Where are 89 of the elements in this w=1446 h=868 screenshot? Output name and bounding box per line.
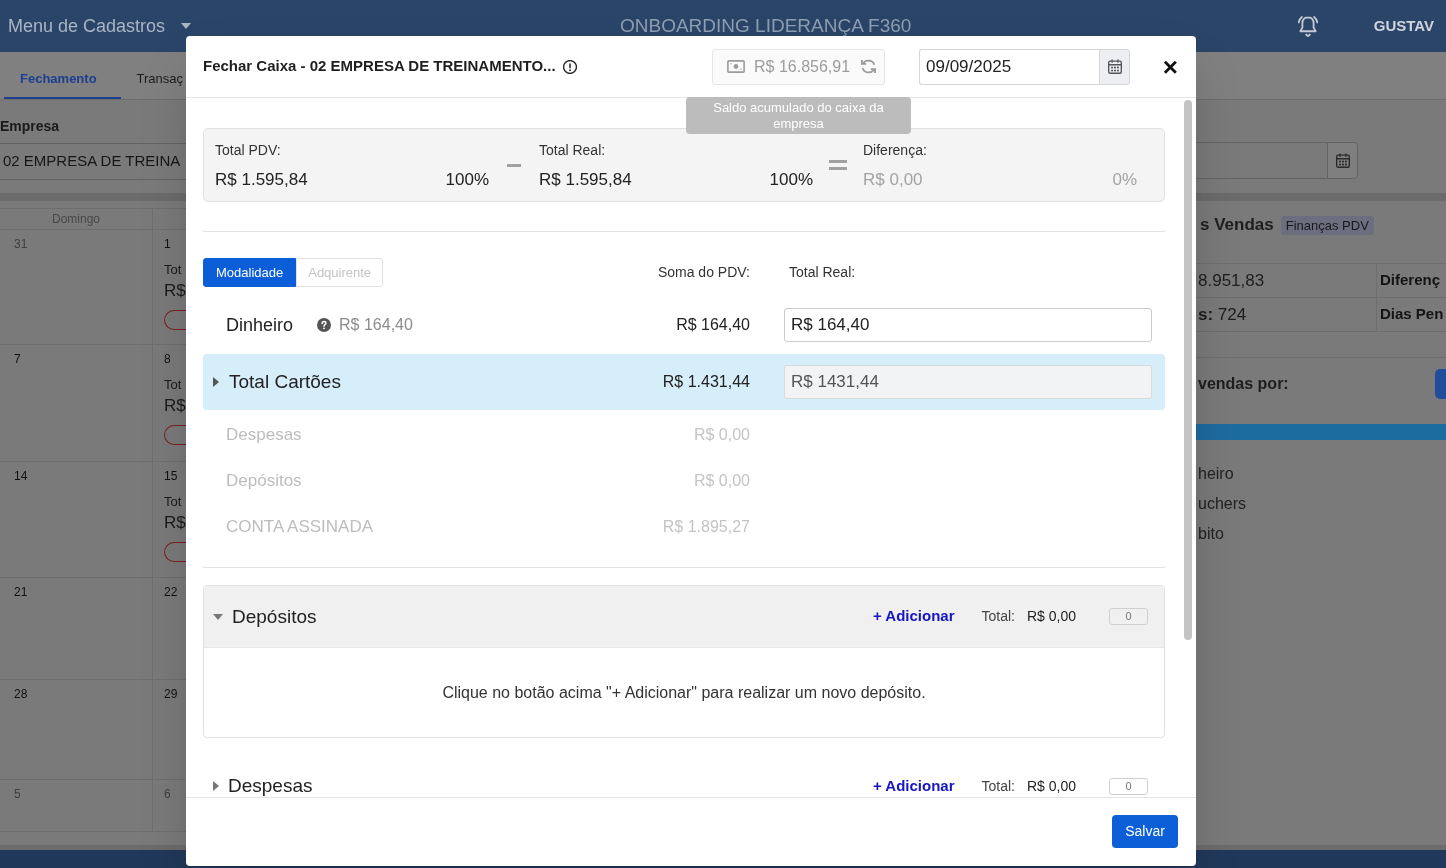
- refresh-icon: [861, 59, 877, 74]
- day-number: 29: [164, 688, 178, 701]
- day-total-label: Tot: [164, 494, 182, 509]
- day-amount: R$: [164, 281, 186, 301]
- day-number: 1: [164, 238, 171, 251]
- user-name[interactable]: GUSTAV: [1373, 14, 1434, 38]
- caret-down-icon[interactable]: [213, 613, 223, 620]
- row-label: Dinheiro: [226, 313, 294, 337]
- empty-message: Clique no botão acima "+ Adicionar" para realizar um novo depósito.: [442, 682, 926, 703]
- pdv-amount: R$ 0,00: [693, 471, 750, 491]
- legend-label: bito: [1197, 524, 1224, 544]
- day-number: 21: [14, 586, 28, 599]
- day-number: 8: [164, 353, 171, 366]
- bell-icon[interactable]: [1297, 15, 1318, 37]
- total-label: Total:: [981, 776, 1015, 796]
- date-field[interactable]: 09/09/2025: [919, 48, 1099, 85]
- day-number: 14: [14, 470, 28, 483]
- row-label: Depósitos: [226, 470, 302, 493]
- toggle-button[interactable]: Modalidade: [203, 258, 297, 287]
- count-badge: 0: [1109, 777, 1148, 795]
- section-title: Despesas: [228, 775, 313, 797]
- company-select[interactable]: 02 EMPRESA DE TREINA: [0, 143, 186, 180]
- day-amount: R$: [164, 396, 186, 416]
- column-header: Soma do PDV:: [657, 263, 750, 282]
- table-cell-text: Diferenç: [1380, 270, 1441, 291]
- caret-right-icon[interactable]: [213, 377, 219, 387]
- summary-label: Total PDV:: [215, 142, 281, 158]
- summary-percent: 0%: [1112, 170, 1137, 190]
- summary-value: R$ 1.595,84: [539, 170, 632, 190]
- summary-label: Total Real:: [539, 142, 606, 158]
- minus-icon: [507, 163, 521, 167]
- help-icon: [317, 318, 332, 332]
- count-badge: 0: [1109, 608, 1148, 625]
- row-label: Total Cartões: [229, 369, 341, 394]
- day-number: 7: [14, 353, 21, 366]
- tooltip: Saldo acumulado do caixa da empresa: [686, 97, 911, 134]
- group-by-label: vendas por:: [1197, 374, 1289, 394]
- summary-value: R$ 0,00: [863, 170, 923, 190]
- row-label: CONTA ASSINADA: [226, 516, 374, 539]
- pdv-amount: R$ 1.895,27: [662, 517, 750, 537]
- calendar-button[interactable]: [1327, 142, 1358, 179]
- summary-percent: 100%: [445, 170, 489, 190]
- calendar-icon: [1335, 153, 1350, 168]
- banknote-icon: [727, 60, 745, 73]
- day-total-label: Tot: [164, 262, 182, 277]
- amount-field[interactable]: R$ 164,40: [784, 308, 1152, 342]
- row-hint: R$ 164,40: [339, 315, 413, 335]
- day-total-label: Tot: [164, 377, 182, 392]
- field-label: Empresa: [0, 118, 60, 134]
- legend-label: heiro: [1197, 464, 1234, 484]
- table-cell-text: Dias Pen: [1380, 304, 1444, 325]
- menu-dropdown[interactable]: Menu de Cadastros: [8, 12, 192, 40]
- column-header: Total Real:: [789, 263, 856, 282]
- summary-percent: 100%: [769, 170, 813, 190]
- panel-title: s Vendas: [1200, 214, 1274, 237]
- section-title: Depósitos: [232, 605, 317, 628]
- calendar-icon: [1107, 59, 1122, 74]
- total-label: Total:: [981, 607, 1015, 626]
- table-cell-text: 8.951,83: [1198, 269, 1265, 292]
- modal-title: Fechar Caixa - 02 EMPRESA DE TREINAMENTO...: [203, 56, 556, 77]
- day-number: 22: [164, 586, 178, 599]
- day-number: 31: [14, 238, 28, 251]
- row-label: Despesas: [226, 424, 302, 447]
- day-number: 15: [164, 470, 178, 483]
- day-number: 28: [14, 688, 28, 701]
- day-number: 5: [14, 788, 21, 801]
- close-button[interactable]: ×: [1162, 56, 1178, 77]
- summary-label: Diferença:: [863, 142, 927, 158]
- info-icon: [562, 59, 577, 74]
- day-number: 6: [164, 788, 171, 801]
- pdv-amount: R$ 164,40: [676, 315, 750, 335]
- app-title: ONBOARDING LIDERANÇA F360: [620, 13, 912, 38]
- day-amount: R$: [164, 513, 186, 533]
- save-button[interactable]: Salvar: [1112, 815, 1178, 848]
- total-value: R$ 0,00: [1026, 607, 1076, 626]
- caret-down-icon: [181, 23, 192, 29]
- badge: Finanças PDV: [1280, 215, 1374, 235]
- add-link[interactable]: + Adicionar: [872, 605, 955, 628]
- caret-right-icon[interactable]: [213, 781, 219, 791]
- tab[interactable]: Transaç: [120, 61, 186, 99]
- pdv-amount: R$ 0,00: [693, 425, 750, 445]
- equals-icon: [829, 160, 847, 170]
- legend-label: uchers: [1197, 494, 1247, 514]
- add-link[interactable]: + Adicionar: [872, 774, 955, 797]
- summary-value: R$ 1.595,84: [215, 170, 308, 190]
- scrollbar[interactable]: [1184, 100, 1192, 640]
- pdv-amount: R$ 1.431,44: [662, 372, 750, 392]
- total-value: R$ 0,00: [1026, 776, 1076, 796]
- table-cell-text: s: 724: [1198, 303, 1247, 326]
